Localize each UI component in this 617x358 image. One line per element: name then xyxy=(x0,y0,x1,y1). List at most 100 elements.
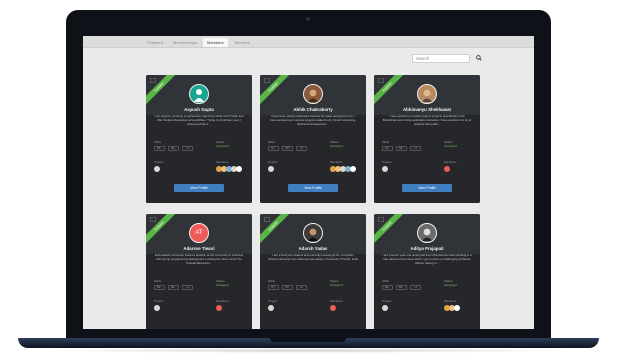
project-icon[interactable] xyxy=(382,305,388,311)
tab-memberships[interactable]: Memberships xyxy=(169,38,201,47)
view-profile-button[interactable]: View Profile xyxy=(288,184,338,192)
camera-dot xyxy=(306,17,310,21)
skill-chip-more[interactable]: +4 xyxy=(410,146,421,151)
skill-chip[interactable]: Bo.. xyxy=(168,146,179,151)
member-name: Aditya Prajapati xyxy=(410,246,444,251)
avatar xyxy=(189,84,209,104)
member-card: Available Aayush Gupta I am Aayush, curr… xyxy=(146,75,252,203)
avatar xyxy=(417,84,437,104)
profile-photo xyxy=(422,228,432,241)
avatar-initials: AT xyxy=(189,223,209,243)
member-avatar[interactable] xyxy=(350,166,356,172)
member-description: Enthusiastic Computer Science student, a… xyxy=(154,253,244,266)
app-screen: Featured Memberships Members Mentors Sea… xyxy=(83,36,534,329)
skill-chip[interactable]: Bo.. xyxy=(168,285,179,290)
project-icon[interactable] xyxy=(268,166,274,172)
laptop-mockup: Featured Memberships Members Mentors Sea… xyxy=(0,0,617,358)
tag-icon xyxy=(378,217,384,222)
members-label: Members xyxy=(330,299,343,303)
member-avatar[interactable] xyxy=(236,166,242,172)
tag-icon xyxy=(378,78,384,83)
skill-chip[interactable]: Ba.. xyxy=(382,285,393,290)
skills-label: Skills xyxy=(382,140,390,144)
members-label: Members xyxy=(330,160,343,164)
skill-chip[interactable]: Py.. xyxy=(268,285,279,290)
tab-mentors[interactable]: Mentors xyxy=(231,38,253,47)
project-icon[interactable] xyxy=(154,305,160,311)
status-value: Accepted xyxy=(444,283,457,287)
skill-chip-more[interactable]: +2 xyxy=(296,285,307,290)
skill-chip[interactable]: API xyxy=(282,146,293,151)
project-icon[interactable] xyxy=(382,166,388,172)
user-silhouette-icon xyxy=(194,89,204,102)
skills-label: Skills xyxy=(268,140,276,144)
laptop-shadow xyxy=(40,348,577,353)
member-name: Adarsse Tiwari xyxy=(183,246,215,251)
status-value: Accepted xyxy=(330,283,343,287)
member-card: Available Abhik Chakraborty I have been … xyxy=(260,75,366,203)
skill-chip-more[interactable]: +5 xyxy=(296,146,307,151)
project-label: Project xyxy=(382,160,392,164)
member-name: Adarsh Yadav xyxy=(298,246,328,251)
members-label: Members xyxy=(216,160,229,164)
skill-chip[interactable]: Ba.. xyxy=(154,146,165,151)
project-icon[interactable] xyxy=(154,166,160,172)
skills-label: Skills xyxy=(268,279,276,283)
profile-photo xyxy=(422,89,432,102)
project-label: Project xyxy=(154,299,164,303)
card-body xyxy=(260,254,366,329)
member-avatar[interactable] xyxy=(444,166,450,172)
skills-label: Skills xyxy=(382,279,390,283)
profile-photo xyxy=(308,228,318,241)
status-value: Accepted xyxy=(216,283,229,287)
status-value: Accepted xyxy=(330,144,343,148)
skill-chip[interactable]: Py.. xyxy=(268,146,279,151)
laptop-notch xyxy=(270,338,346,342)
project-label: Project xyxy=(154,160,164,164)
search-input[interactable]: Search xyxy=(412,54,470,63)
status-value: Accepted xyxy=(444,144,457,148)
members-label: Members xyxy=(444,160,457,164)
top-nav: Featured Memberships Members Mentors xyxy=(83,36,534,48)
avatar xyxy=(417,223,437,243)
skill-chip[interactable]: Ap.. xyxy=(382,146,393,151)
tag-icon xyxy=(264,217,270,222)
tab-members[interactable]: Members xyxy=(203,38,228,47)
tag-icon xyxy=(150,217,156,222)
member-card: Available Adarsh Yadav I am a final year… xyxy=(260,214,366,329)
project-icon[interactable] xyxy=(268,305,274,311)
member-description: I am Aayush, currently a sophomore major… xyxy=(154,114,244,127)
search-icon[interactable] xyxy=(476,55,482,61)
project-label: Project xyxy=(382,299,392,303)
member-name: Abhik Chakraborty xyxy=(293,107,333,112)
skill-chip[interactable]: UX.. xyxy=(282,285,293,290)
members-label: Members xyxy=(216,299,229,303)
status-value: Accepted xyxy=(216,144,229,148)
member-card: Available Aditya Prajapati I am a senior… xyxy=(374,214,480,329)
member-avatar[interactable] xyxy=(454,305,460,311)
skill-chip[interactable]: Ba.. xyxy=(396,146,407,151)
tag-icon xyxy=(264,78,270,83)
skill-chip[interactable]: Ba.. xyxy=(154,285,165,290)
members-label: Members xyxy=(444,299,457,303)
skill-chip-more[interactable]: +1 xyxy=(410,285,421,290)
member-description: I am a senior year one undergrad from Mu… xyxy=(382,253,472,266)
member-description: I am a final year student and currently … xyxy=(268,253,358,262)
member-avatar[interactable] xyxy=(216,305,222,311)
avatar xyxy=(303,223,323,243)
view-profile-button[interactable]: View Profile xyxy=(402,184,452,192)
view-profile-button[interactable]: View Profile xyxy=(174,184,224,192)
member-name: Abhimanyu Shekhawat xyxy=(402,107,452,112)
member-name: Aayush Gupta xyxy=(184,107,214,112)
skill-chip[interactable]: Bo.. xyxy=(396,285,407,290)
tab-featured[interactable]: Featured xyxy=(143,38,167,47)
project-label: Project xyxy=(268,299,278,303)
profile-photo xyxy=(308,89,318,102)
member-avatar[interactable] xyxy=(330,305,336,311)
skills-label: Skills xyxy=(154,279,162,283)
member-description: I have been always dedicated towards the… xyxy=(270,114,356,127)
skill-chip-more[interactable]: +1 xyxy=(182,285,193,290)
skills-label: Skills xyxy=(154,140,162,144)
skill-chip-more[interactable]: +1 xyxy=(182,146,193,151)
avatar xyxy=(303,84,323,104)
